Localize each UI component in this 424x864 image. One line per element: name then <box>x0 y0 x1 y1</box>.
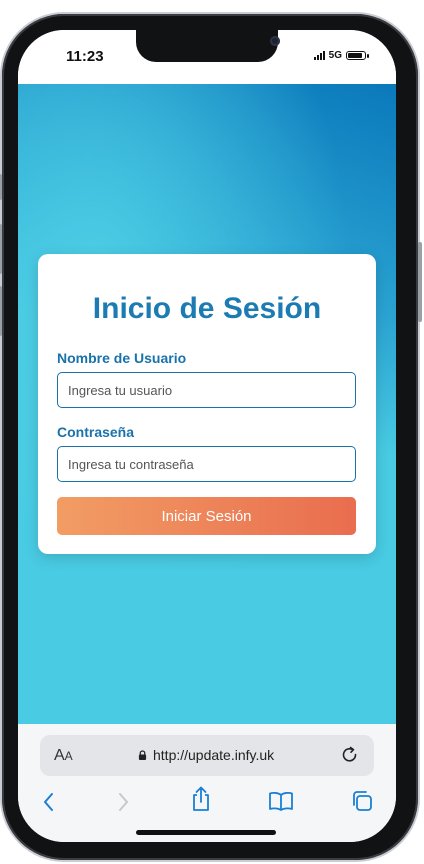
screen: 11:23 5G Inicio de Sesión Nombre de Usua… <box>18 30 396 842</box>
volume-down-button <box>0 286 2 336</box>
url-display[interactable]: http://update.infy.uk <box>138 747 274 763</box>
forward-icon[interactable] <box>116 790 130 814</box>
volume-up-button <box>0 224 2 274</box>
login-title: Inicio de Sesión <box>92 292 322 325</box>
notch <box>136 30 280 62</box>
browser-chrome: AA http://update.infy.uk <box>18 724 396 842</box>
back-icon[interactable] <box>42 790 56 814</box>
signal-icon <box>313 51 325 60</box>
network-label: 5G <box>328 50 342 61</box>
browser-toolbar <box>18 786 396 820</box>
battery-icon <box>346 51 369 60</box>
bookmarks-icon[interactable] <box>268 790 294 812</box>
status-time: 11:23 <box>66 48 104 65</box>
status-bar: 11:23 5G <box>18 30 396 84</box>
username-input[interactable] <box>57 372 356 408</box>
page-content: Inicio de Sesión Nombre de Usuario Contr… <box>18 84 396 724</box>
lock-icon <box>138 750 147 760</box>
camera-icon <box>270 36 280 46</box>
password-label: Contraseña <box>57 424 135 440</box>
reload-icon[interactable] <box>340 745 360 765</box>
reader-mode-button[interactable]: AA <box>54 747 73 765</box>
login-card: Inicio de Sesión Nombre de Usuario Contr… <box>38 254 376 554</box>
url-text: http://update.infy.uk <box>153 747 275 763</box>
status-indicators: 5G <box>313 50 369 61</box>
address-bar[interactable]: AA http://update.infy.uk <box>40 735 374 776</box>
mute-switch <box>0 174 2 200</box>
share-icon[interactable] <box>190 786 212 812</box>
home-indicator <box>136 830 276 835</box>
login-button[interactable]: Iniciar Sesión <box>57 497 356 535</box>
tabs-icon[interactable] <box>350 790 374 812</box>
password-input[interactable] <box>57 446 356 482</box>
power-button <box>418 242 422 322</box>
username-label: Nombre de Usuario <box>57 350 187 366</box>
